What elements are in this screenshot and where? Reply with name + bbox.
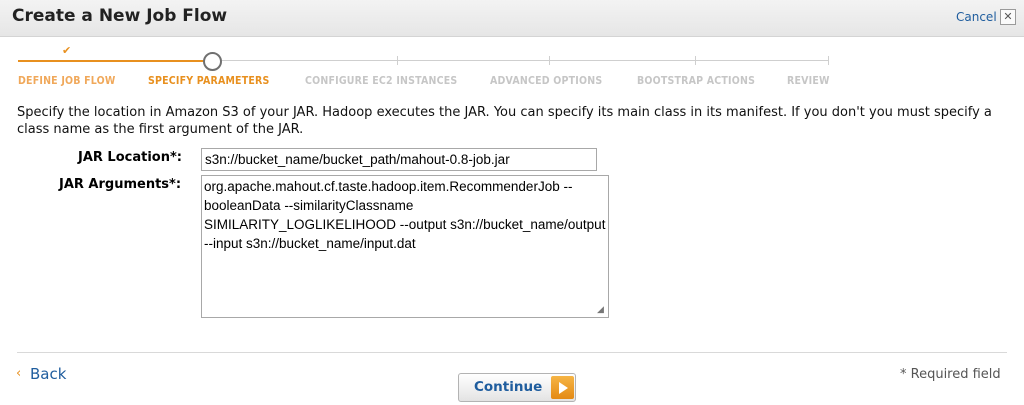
step-tick [828, 56, 829, 65]
wizard-stepper: ✔ DEFINE JOB FLOW SPECIFY PARAMETERS CON… [0, 40, 1024, 95]
cancel-link[interactable]: Cancel [956, 10, 997, 24]
step-specify-parameters: SPECIFY PARAMETERS [148, 75, 270, 87]
instructions-text: Specify the location in Amazon S3 of you… [17, 105, 992, 137]
jar-location-label: JAR Location*: [78, 150, 182, 165]
continue-button[interactable]: Continue [458, 373, 576, 402]
stepper-progress-remaining [220, 60, 828, 61]
step-bootstrap-actions: BOOTSTRAP ACTIONS [637, 75, 756, 87]
step-configure-ec2-instances: CONFIGURE EC2 INSTANCES [305, 75, 458, 87]
step-complete-check-icon: ✔ [62, 44, 72, 57]
continue-button-label: Continue [474, 379, 543, 395]
arrow-right-icon [551, 376, 574, 399]
step-review: REVIEW [787, 75, 830, 87]
step-define-job-flow: DEFINE JOB FLOW [18, 75, 116, 87]
back-link[interactable]: Back [30, 365, 66, 383]
step-tick [549, 56, 550, 65]
required-field-note: * Required field [900, 367, 1001, 382]
step-tick [397, 56, 398, 65]
step-tick [695, 56, 696, 65]
resize-grip-icon[interactable]: ◢ [597, 305, 604, 315]
stepper-progress-done [18, 60, 211, 62]
jar-arguments-textarea[interactable]: org.apache.mahout.cf.taste.hadoop.item.R… [201, 175, 609, 318]
jar-location-input[interactable] [201, 148, 597, 171]
jar-arguments-label: JAR Arguments*: [59, 177, 182, 192]
step-advanced-options: ADVANCED OPTIONS [490, 75, 603, 87]
footer-divider [17, 352, 1007, 353]
dialog-header: Create a New Job Flow Cancel ✕ [0, 0, 1024, 37]
back-chevron-icon: ‹ [16, 366, 22, 381]
close-icon[interactable]: ✕ [1000, 9, 1016, 25]
current-step-marker-icon [203, 52, 222, 71]
dialog-title: Create a New Job Flow [12, 6, 228, 26]
